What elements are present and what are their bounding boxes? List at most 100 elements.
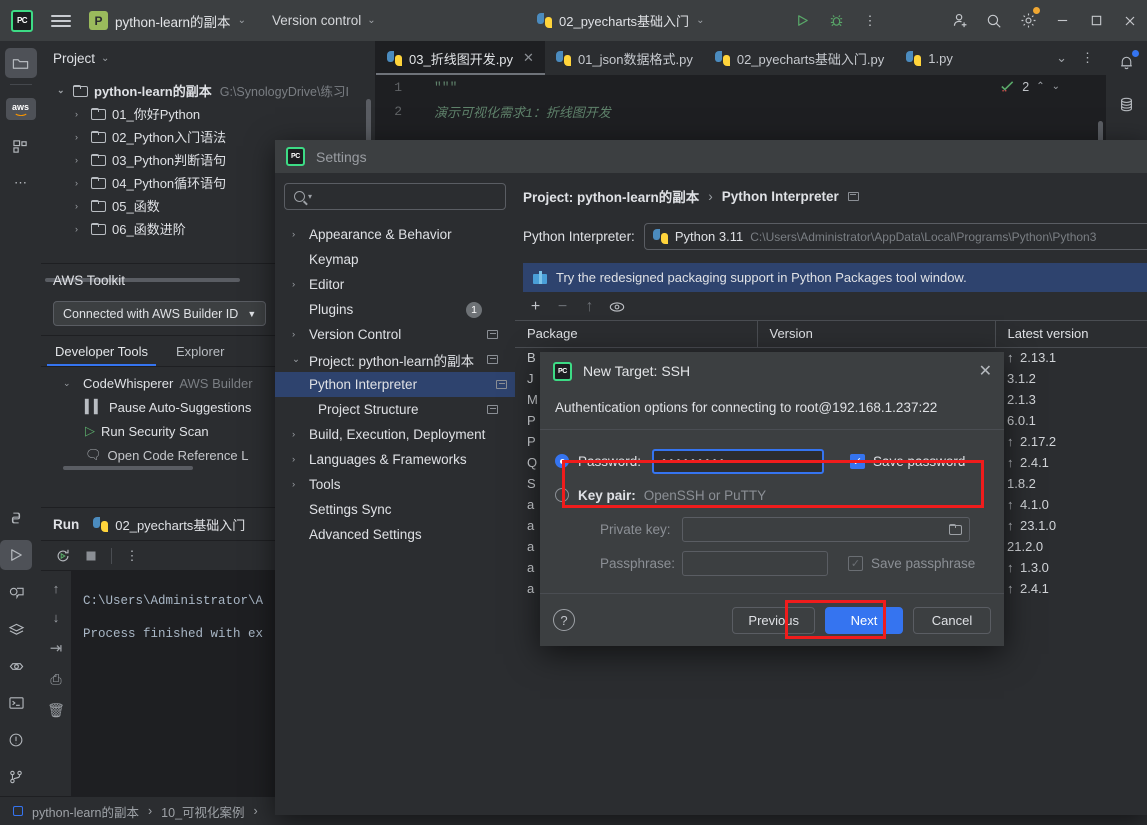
main-menu-icon[interactable] — [51, 12, 71, 30]
maximize-icon[interactable] — [1079, 0, 1113, 41]
more-icon[interactable]: ⋮ — [1075, 50, 1100, 66]
debug-icon[interactable] — [819, 0, 853, 41]
add-package-icon[interactable]: + — [527, 298, 544, 315]
close-icon[interactable]: ✕ — [523, 50, 534, 66]
upgrade-package-icon[interactable]: ↑ — [581, 298, 598, 315]
chevron-right-icon[interactable]: › — [75, 178, 91, 188]
chevron-down-icon[interactable]: ⌄ — [57, 85, 73, 96]
run-icon[interactable] — [0, 540, 32, 570]
editor-tab-3[interactable]: 1.py — [895, 41, 964, 75]
chevron-right-icon[interactable]: › — [292, 429, 309, 440]
settings-item-tools[interactable]: › Tools — [284, 472, 506, 497]
editor-tab-0[interactable]: 03_折线图开发.py ✕ — [376, 41, 545, 75]
database-icon[interactable] — [1113, 91, 1141, 117]
run-panel-config[interactable]: 02_pyecharts基础入门 — [93, 515, 245, 534]
settings-item-editor[interactable]: › Editor — [284, 272, 506, 297]
help-button[interactable]: ? — [553, 609, 575, 631]
save-password-checkbox[interactable]: ✓ — [850, 454, 865, 469]
more-icon[interactable]: ⋮ — [120, 544, 144, 568]
copy-settings-icon[interactable] — [487, 330, 498, 339]
terminal-icon[interactable] — [0, 688, 32, 718]
stop-icon[interactable] — [79, 544, 103, 568]
chevron-right-icon[interactable]: › — [292, 479, 309, 490]
copy-settings-icon[interactable] — [487, 405, 498, 414]
previous-button[interactable]: Previous — [732, 607, 815, 634]
tree-row-01[interactable]: › 01_你好Python — [41, 102, 375, 125]
settings-item-project[interactable]: ⌄ Project: python-learn的副本 — [284, 347, 506, 372]
chevron-right-icon[interactable]: › — [75, 201, 91, 211]
chevron-right-icon[interactable]: › — [292, 229, 309, 240]
chevron-right-icon[interactable]: › — [75, 109, 91, 119]
password-input[interactable]: ••••••••• — [652, 449, 824, 474]
notifications-icon[interactable] — [1113, 49, 1141, 75]
git-icon[interactable] — [0, 762, 32, 792]
problems-icon[interactable] — [0, 725, 32, 755]
column-package[interactable]: Package — [515, 321, 757, 348]
chevron-right-icon[interactable]: › — [75, 155, 91, 165]
close-icon[interactable]: ✕ — [979, 361, 992, 381]
column-version[interactable]: Version — [757, 321, 995, 348]
editor-tab-2[interactable]: 02_pyecharts基础入门.py — [704, 41, 895, 75]
project-panel-header[interactable]: Project ⌄ — [41, 41, 375, 75]
run-configuration-selector[interactable]: 02_pyecharts基础入门 ⌄ — [537, 0, 704, 41]
settings-item-appearance[interactable]: › Appearance & Behavior — [284, 222, 506, 247]
inspection-widget[interactable]: 2 ⌃ ⌄ — [1000, 79, 1060, 94]
settings-item-keymap[interactable]: Keymap — [284, 247, 506, 272]
chevron-down-icon[interactable]: ⌄ — [292, 354, 309, 365]
settings-item-languages[interactable]: › Languages & Frameworks — [284, 447, 506, 472]
remove-package-icon[interactable]: − — [554, 298, 571, 315]
settings-item-build[interactable]: › Build, Execution, Deployment — [284, 422, 506, 447]
soft-wrap-icon[interactable]: ⇥ — [50, 639, 63, 657]
chevron-down-icon[interactable]: ⌄ — [1052, 81, 1060, 92]
settings-item-settings-sync[interactable]: Settings Sync — [284, 497, 506, 522]
status-crumb-1[interactable]: 10_可视化案例 — [161, 802, 244, 821]
project-folder-icon[interactable] — [5, 48, 37, 78]
editor-tab-1[interactable]: 01_json数据格式.py — [545, 41, 704, 75]
settings-item-project-structure[interactable]: Project Structure — [284, 397, 506, 422]
more-actions-icon[interactable]: ⋮ — [853, 0, 887, 41]
settings-item-plugins[interactable]: Plugins 1 — [284, 297, 506, 322]
tab-developer-tools[interactable]: Developer Tools — [41, 336, 162, 366]
passphrase-input[interactable] — [682, 551, 828, 576]
print-icon[interactable]: ⎙ — [50, 671, 61, 688]
chevron-right-icon[interactable]: › — [75, 132, 91, 142]
aws-connection-button[interactable]: Connected with AWS Builder ID ▼ — [53, 301, 266, 326]
save-passphrase-checkbox[interactable]: ✓ — [848, 556, 863, 571]
interpreter-dropdown[interactable]: Python 3.11 C:\Users\Administrator\AppDa… — [644, 223, 1147, 250]
copy-settings-icon[interactable] — [496, 380, 507, 389]
copy-settings-icon[interactable] — [848, 192, 859, 201]
settings-item-python-interpreter[interactable]: Python Interpreter — [275, 372, 515, 397]
more-tools-icon[interactable]: ⋯ — [5, 168, 37, 198]
up-arrow-icon[interactable]: ↑ — [53, 581, 60, 596]
rerun-icon[interactable] — [51, 544, 75, 568]
chevron-right-icon[interactable]: › — [292, 329, 309, 340]
run-icon[interactable] — [785, 0, 819, 41]
settings-icon[interactable] — [1011, 0, 1045, 41]
services-icon[interactable] — [0, 614, 32, 644]
code-with-me-icon[interactable] — [0, 577, 32, 607]
copy-settings-icon[interactable] — [487, 355, 498, 364]
status-crumb-0[interactable]: python-learn的副本 — [32, 802, 139, 821]
add-user-icon[interactable] — [943, 0, 977, 41]
settings-item-version-control[interactable]: › Version Control — [284, 322, 506, 347]
cancel-button[interactable]: Cancel — [913, 607, 991, 634]
chevron-up-icon[interactable]: ⌃ — [1036, 81, 1044, 92]
aws-icon[interactable]: aws — [5, 94, 37, 124]
breadcrumb-0[interactable]: Project: python-learn的副本 — [523, 186, 699, 206]
code-editor[interactable]: 1 """ 2 演示可视化需求1：折线图开发 2 ⌃ ⌄ — [376, 75, 1106, 135]
chevron-down-icon[interactable]: ⌄ — [63, 378, 77, 389]
settings-search-box[interactable]: ▾ — [284, 183, 506, 210]
next-button[interactable]: Next — [825, 607, 903, 634]
password-radio[interactable] — [555, 454, 569, 468]
minimize-icon[interactable] — [1045, 0, 1079, 41]
settings-item-advanced[interactable]: Advanced Settings — [284, 522, 506, 547]
show-early-releases-icon[interactable] — [608, 298, 625, 315]
aws-tree-hscrollbar[interactable] — [63, 466, 193, 470]
browse-folder-icon[interactable] — [949, 524, 962, 535]
tab-explorer[interactable]: Explorer — [162, 336, 238, 366]
down-arrow-icon[interactable]: ↓ — [53, 610, 60, 625]
column-latest-version[interactable]: Latest version — [995, 321, 1147, 348]
structure-icon[interactable] — [5, 131, 37, 161]
keypair-radio[interactable] — [555, 488, 569, 502]
trash-icon[interactable]: 🗑 — [47, 702, 65, 719]
